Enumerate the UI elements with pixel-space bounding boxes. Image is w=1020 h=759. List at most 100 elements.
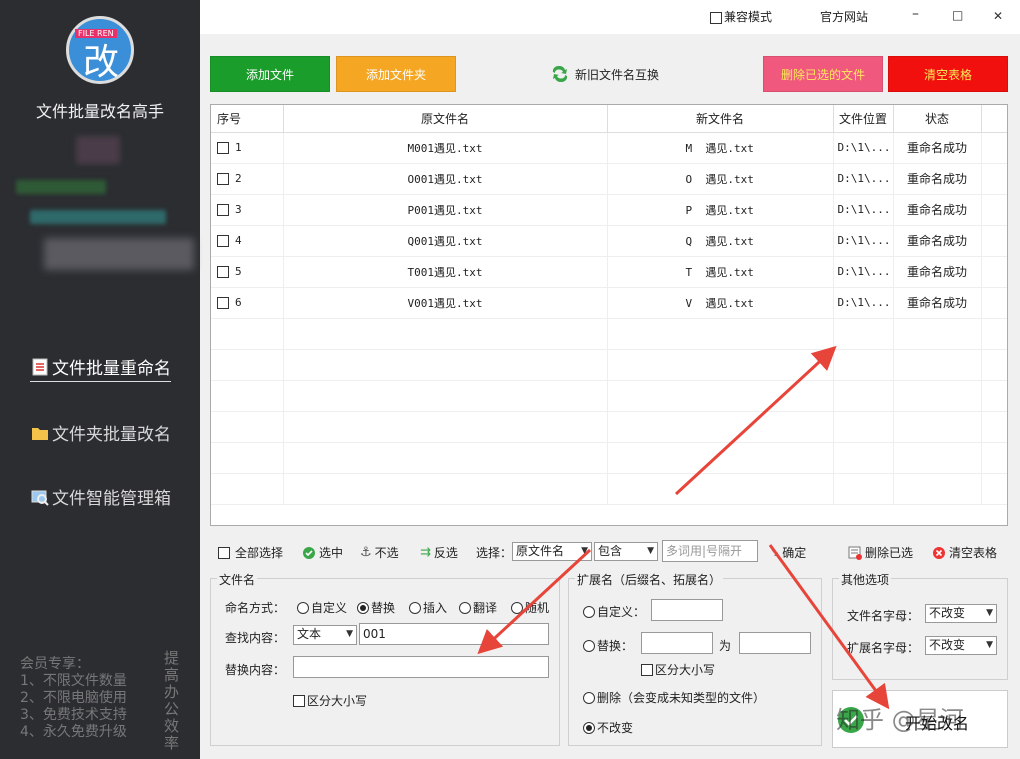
table-row[interactable]: 4 Q001遇见.txt Q 遇见.txt D:\1\... 重命名成功	[211, 225, 1007, 257]
cell-orig: O001遇见.txt	[283, 163, 608, 195]
ext-replace-from-input[interactable]	[641, 632, 713, 654]
filename-case-value: 不改变	[929, 606, 966, 620]
find-input[interactable]: 001	[359, 623, 549, 645]
new-name: 遇见.txt	[705, 234, 754, 248]
ext-case-letter-select[interactable]: 不改变 ▼	[925, 636, 997, 655]
mode-replace-radio[interactable]: 替换	[357, 599, 395, 616]
compat-checkbox[interactable]	[710, 11, 722, 24]
col-header-orig[interactable]: 原文件名	[283, 105, 608, 133]
cell-location: D:\1\...	[833, 287, 894, 319]
col-header-num[interactable]: 序号	[211, 105, 284, 133]
col-header-status[interactable]: 状态	[893, 105, 982, 133]
cell-location: D:\1\...	[833, 256, 894, 288]
clear-table-button[interactable]: 清空表格	[888, 56, 1008, 92]
ext-replace-radio[interactable]: 替换：	[583, 637, 633, 654]
official-website-link[interactable]: 官方网站	[820, 8, 868, 25]
ext-replace-to-input[interactable]	[739, 632, 811, 654]
maximize-button[interactable]: □	[952, 8, 963, 22]
field-select[interactable]: 原文件名 ▼	[512, 542, 592, 561]
cell-num[interactable]: 6	[211, 287, 284, 319]
find-type-select[interactable]: 文本 ▼	[293, 625, 357, 645]
invert-button[interactable]: ⇉ 反选	[420, 544, 458, 561]
swap-names-button[interactable]: 新旧文件名互换	[540, 58, 670, 90]
chevron-down-icon: ▼	[346, 629, 353, 639]
cell-num[interactable]: 1	[211, 132, 284, 164]
replace-input[interactable]	[293, 656, 549, 678]
add-folder-button[interactable]: 添加文件夹	[336, 56, 456, 92]
col-header-location[interactable]: 文件位置	[833, 105, 894, 133]
select-button[interactable]: 选中	[302, 544, 343, 561]
table-row[interactable]: 5 T001遇见.txt T 遇见.txt D:\1\... 重命名成功	[211, 256, 1007, 288]
table-row[interactable]: 3 P001遇见.txt P 遇见.txt D:\1\... 重命名成功	[211, 194, 1007, 226]
compat-mode-toggle[interactable]: 兼容模式	[710, 8, 772, 25]
cell-new: V 遇见.txt	[607, 287, 834, 319]
row-checkbox[interactable]	[217, 266, 229, 278]
minimize-button[interactable]: –	[912, 6, 919, 22]
nav-folder-rename[interactable]: 文件夹批量改名	[30, 420, 171, 445]
mode-custom-radio[interactable]: 自定义	[297, 599, 347, 616]
choose-label: 选择：	[476, 546, 513, 560]
ext-case-toggle[interactable]: 区分大小写	[641, 661, 715, 678]
row-num: 2	[235, 172, 242, 185]
folder-icon	[32, 427, 48, 440]
filename-panel: 文件名 命名方式： 自定义 替换 插入 翻译 随机 查找内容： 文本 ▼ 001 …	[210, 571, 560, 746]
row-checkbox[interactable]	[217, 173, 229, 185]
blurred-avatar	[76, 136, 120, 164]
table-row[interactable]: 1 M001遇见.txt M 遇见.txt D:\1\... 重命名成功	[211, 132, 1007, 164]
row-checkbox[interactable]	[217, 235, 229, 247]
confirm-button[interactable]: ↘ 确定	[770, 544, 806, 561]
nav-batch-rename[interactable]: 文件批量重命名	[30, 354, 171, 382]
ext-custom-radio[interactable]: 自定义：	[583, 603, 645, 620]
blurred-username	[16, 180, 106, 194]
cell-orig: T001遇见.txt	[283, 256, 608, 288]
cell-status: 重命名成功	[893, 256, 982, 288]
cell-num[interactable]: 5	[211, 256, 284, 288]
new-prefix: V	[685, 296, 693, 310]
file-table[interactable]: 序号 原文件名 新文件名 文件位置 状态 1 M001遇见.txt M 遇见.txt…	[210, 104, 1008, 526]
delete-selected-button[interactable]: 删除已选	[848, 544, 913, 561]
new-prefix: P	[685, 203, 693, 217]
keyword-input[interactable]: 多词用|号隔开	[662, 540, 758, 562]
cell-num[interactable]: 3	[211, 194, 284, 226]
clear-table-small-button[interactable]: 清空表格	[932, 544, 997, 561]
row-checkbox[interactable]	[217, 297, 229, 309]
cell-num[interactable]: 2	[211, 163, 284, 195]
select-all-checkbox[interactable]	[218, 546, 230, 559]
case-sensitive-toggle[interactable]: 区分大小写	[293, 692, 367, 709]
filename-case-select[interactable]: 不改变 ▼	[925, 604, 997, 623]
row-checkbox[interactable]	[217, 142, 229, 154]
ext-custom-input[interactable]	[651, 599, 723, 621]
mode-translate-radio[interactable]: 翻译	[459, 599, 497, 616]
mode-insert-radio[interactable]: 插入	[409, 599, 447, 616]
cell-filler	[981, 256, 1007, 288]
deselect-button[interactable]: ⚓ 不选	[360, 544, 399, 561]
other-options-panel: 其他选项 文件名字母： 不改变 ▼ 扩展名字母： 不改变 ▼	[832, 571, 1008, 680]
mode-label: 随机	[525, 601, 550, 615]
table-row[interactable]: 6 V001遇见.txt V 遇见.txt D:\1\... 重命名成功	[211, 287, 1007, 319]
nav-label: 文件夹批量改名	[52, 425, 171, 445]
col-header-new[interactable]: 新文件名	[607, 105, 834, 133]
match-select[interactable]: 包含 ▼	[594, 542, 658, 561]
close-button[interactable]: ✕	[993, 9, 1003, 23]
replace-label: 替换内容：	[225, 663, 286, 677]
mode-label: 插入	[423, 601, 448, 615]
promo-text[interactable]: 提高办公效率	[164, 650, 182, 752]
ext-unchanged-radio[interactable]: 不改变	[583, 719, 633, 736]
extension-panel: 扩展名（后缀名、拓展名） 自定义： 替换： 为 区分大小写 删除（会变成未知类型…	[568, 571, 822, 746]
match-select-value: 包含	[598, 544, 623, 558]
selection-bar: 全部选择 选中 ⚓ 不选 ⇉ 反选 选择： 原文件名 ▼ 包含 ▼ 多词用|号隔开 …	[210, 536, 1008, 566]
table-row[interactable]: 2 O001遇见.txt O 遇见.txt D:\1\... 重命名成功	[211, 163, 1007, 195]
add-file-button[interactable]: 添加文件	[210, 56, 330, 92]
cell-num[interactable]: 4	[211, 225, 284, 257]
swap-names-label: 新旧文件名互换	[574, 67, 659, 82]
mode-random-radio[interactable]: 随机	[511, 599, 549, 616]
invert-arrows-icon: ⇉	[420, 545, 431, 560]
select-all-toggle[interactable]: 全部选择	[218, 544, 283, 561]
row-checkbox[interactable]	[217, 204, 229, 216]
nav-smart-manager[interactable]: 文件智能管理箱	[30, 484, 171, 509]
cell-orig: Q001遇见.txt	[283, 225, 608, 257]
delete-selected-files-button[interactable]: 删除已选的文件	[763, 56, 883, 92]
mode-label: 自定义	[311, 601, 348, 615]
ext-delete-radio[interactable]: 删除（会变成未知类型的文件）	[583, 689, 765, 706]
cell-filler	[981, 225, 1007, 257]
